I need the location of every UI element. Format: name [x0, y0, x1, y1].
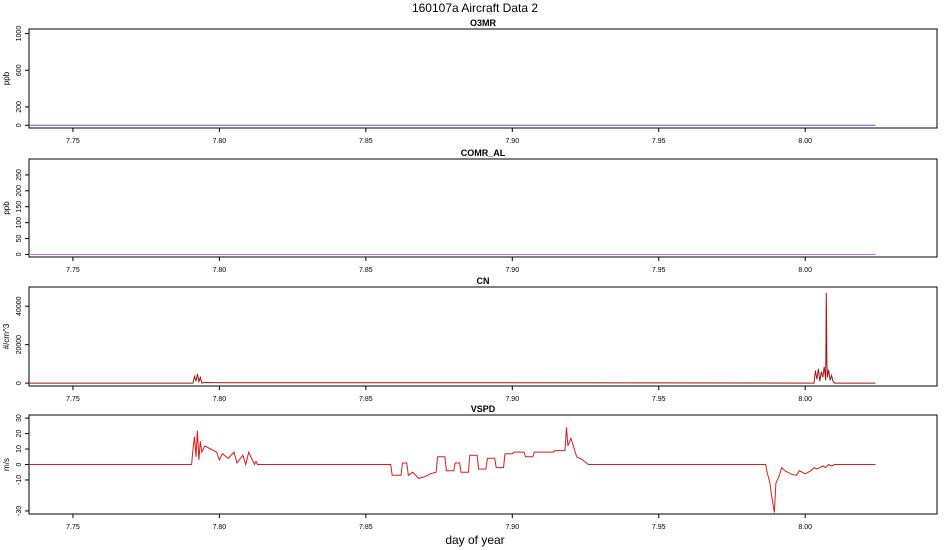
series-line — [29, 427, 876, 513]
x-tick-label: 7.75 — [66, 396, 80, 403]
panel-title: CN — [477, 276, 490, 286]
panel-title: O3MR — [470, 18, 497, 28]
x-tick-label: 7.75 — [66, 138, 80, 145]
x-tick-label: 7.80 — [213, 524, 227, 531]
x-tick-label: 7.90 — [505, 396, 519, 403]
x-tick-label: 7.90 — [505, 524, 519, 531]
panel-vspd: VSPD 7.75 7.80 7.85 7.90 7.95 8.00 -30 -10 0 10 20 3… — [2, 404, 938, 531]
figure: 160107a Aircraft Data 2 O3MR 7.75 7.80 7.85… — [2, 1, 938, 547]
panel-title: COMR_AL — [461, 148, 506, 158]
y-tick-label: 600 — [16, 64, 23, 76]
y-tick-label: 20 — [16, 430, 23, 438]
panel-frame — [28, 158, 938, 258]
panel-frame — [28, 286, 938, 387]
panel-cn: CN 7.75 7.80 7.85 7.90 7.95 8.00 0 20000 40000 #/c… — [2, 276, 938, 403]
panel-o3mr: O3MR 7.75 7.80 7.85 7.90 7.95 8.00 0 200 600 1000 p… — [2, 18, 938, 145]
x-tick-label: 7.85 — [359, 267, 373, 274]
x-tick-label: 7.85 — [359, 524, 373, 531]
y-axis-label: ppb — [2, 201, 11, 215]
panel-title: VSPD — [471, 404, 496, 414]
x-tick-label: 7.95 — [652, 138, 666, 145]
y-tick-label: -10 — [16, 475, 23, 485]
y-tick-label: 50 — [16, 235, 23, 243]
y-tick-label: 0 — [16, 252, 23, 256]
y-tick-label: 1000 — [16, 26, 23, 42]
x-tick-label: 7.85 — [359, 396, 373, 403]
y-axis-label: ppb — [2, 71, 11, 85]
x-tick-label: 8.00 — [798, 396, 812, 403]
x-tick-label: 7.85 — [359, 138, 373, 145]
x-tick-label: 8.00 — [798, 138, 812, 145]
x-tick-label: 7.75 — [66, 524, 80, 531]
x-tick-label: 7.95 — [652, 267, 666, 274]
y-tick-label: 100 — [16, 217, 23, 229]
x-tick-label: 7.80 — [213, 396, 227, 403]
y-tick-label: 0 — [16, 381, 23, 385]
y-tick-label: 10 — [16, 445, 23, 453]
x-tick-label: 7.95 — [652, 396, 666, 403]
x-tick-label: 7.75 — [66, 267, 80, 274]
y-tick-label: 20000 — [16, 335, 23, 355]
panel-frame — [28, 28, 938, 129]
panel-comr-al: COMR_AL 7.75 7.80 7.85 7.90 7.95 8.00 0 50 100 150… — [2, 148, 938, 274]
x-tick-label: 7.90 — [505, 267, 519, 274]
series-line — [29, 292, 876, 384]
figure-title: 160107a Aircraft Data 2 — [412, 1, 538, 15]
y-axis-label: #/cm^3 — [2, 323, 11, 349]
x-tick-label: 8.00 — [798, 267, 812, 274]
panels: O3MR7.75 7.80 7.85 7.90 7.95 8.0002006001000p… — [2, 18, 938, 531]
y-tick-label: -30 — [16, 506, 23, 516]
x-tick-label: 7.90 — [505, 138, 519, 145]
y-axis-label: m/s — [2, 458, 11, 471]
y-tick-label: 0 — [16, 462, 23, 466]
y-tick-label: 150 — [16, 201, 23, 213]
y-tick-label: 40000 — [16, 296, 23, 316]
x-axis-label: day of year — [445, 533, 504, 547]
y-tick-label: 200 — [16, 185, 23, 197]
y-tick-label: 250 — [16, 169, 23, 181]
y-tick-label: 0 — [16, 123, 23, 127]
y-tick-label: 200 — [16, 101, 23, 113]
x-tick-label: 7.95 — [652, 524, 666, 531]
x-tick-label: 7.80 — [213, 138, 227, 145]
x-tick-label: 7.80 — [213, 267, 227, 274]
y-tick-label: 30 — [16, 414, 23, 422]
x-tick-label: 8.00 — [798, 524, 812, 531]
